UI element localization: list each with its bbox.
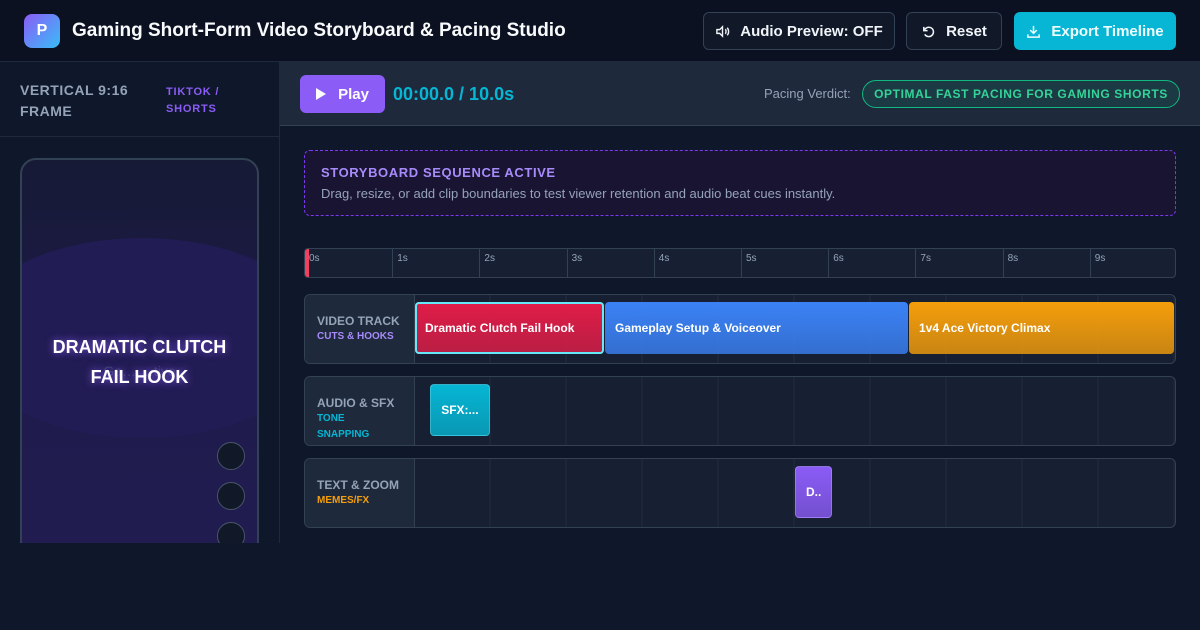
ruler-tick: 3s	[566, 249, 582, 277]
timeline-clip[interactable]: Gameplay Setup & Voiceover	[605, 302, 908, 354]
pacing-verdict-badge: OPTIMAL FAST PACING FOR GAMING SHORTS	[862, 80, 1180, 108]
banner-title: STORYBOARD SEQUENCE ACTIVE	[321, 165, 556, 180]
pacing-verdict-label: Pacing Verdict:	[764, 86, 851, 101]
time-ruler[interactable]: 0s 1s 2s 3s 4s 5s 6s 7s 8s 9s	[304, 248, 1176, 278]
play-icon	[316, 88, 327, 100]
like-icon[interactable]	[217, 442, 245, 470]
reset-label: Reset	[946, 22, 987, 40]
track-subtitle: MEMES/FX	[317, 495, 370, 506]
timeline-clip[interactable]: 1v4 Ace Victory Climax	[909, 302, 1174, 354]
preview-caption: DRAMATIC CLUTCH FAIL HOOK	[52, 337, 227, 387]
play-label: Play	[338, 85, 369, 103]
track-lane[interactable]: Dramatic Clutch Fail Hook Gameplay Setup …	[415, 295, 1175, 363]
audio-sfx-track: AUDIO & SFX TONE SNAPPING SFX:...	[304, 376, 1176, 446]
ruler-tick: 9s	[1089, 249, 1105, 277]
reset-button[interactable]: Reset	[906, 12, 1002, 50]
export-label: Export Timeline	[1051, 22, 1164, 40]
preview-panel-header: VERTICAL 9:16 FRAME TIKTOK / SHORTS	[0, 62, 279, 137]
frame-format-label: VERTICAL 9:16 FRAME	[20, 82, 129, 119]
storyboard-banner: STORYBOARD SEQUENCE ACTIVE Drag, resize,…	[304, 150, 1176, 216]
ruler-tick: 5s	[741, 249, 757, 277]
ruler-tick: 7s	[915, 249, 931, 277]
reset-icon	[923, 26, 935, 37]
track-title: AUDIO & SFX	[317, 396, 395, 410]
app-title: Gaming Short-Form Video Storyboard & Pac…	[72, 20, 566, 41]
ruler-tick: 8s	[1002, 249, 1018, 277]
text-zoom-track: TEXT & ZOOM MEMES/FX D..	[304, 458, 1176, 528]
track-label: TEXT & ZOOM MEMES/FX	[305, 459, 415, 527]
track-subtitle: TONE SNAPPING	[317, 413, 370, 440]
track-lane[interactable]: D..	[415, 459, 1175, 527]
speaker-icon	[716, 24, 730, 38]
timecode-readout: 00:00.0 / 10.0s	[393, 84, 515, 104]
timeline-clip[interactable]: D..	[795, 466, 832, 518]
empty-footer-area	[0, 543, 1200, 630]
timeline-area: STORYBOARD SEQUENCE ACTIVE Drag, resize,…	[280, 126, 1200, 543]
platform-label: TIKTOK / SHORTS	[166, 86, 220, 115]
track-label: VIDEO TRACK CUTS & HOOKS	[305, 295, 415, 363]
track-title: VIDEO TRACK	[317, 314, 400, 328]
app-header: P Gaming Short-Form Video Storyboard & P…	[0, 0, 1200, 62]
track-title: TEXT & ZOOM	[317, 478, 399, 492]
ruler-tick: 4s	[653, 249, 669, 277]
playhead[interactable]	[305, 249, 309, 277]
timeline-clip[interactable]: Dramatic Clutch Fail Hook	[415, 302, 604, 354]
play-button[interactable]: Play	[300, 75, 385, 113]
export-timeline-button[interactable]: Export Timeline	[1014, 12, 1176, 50]
download-icon	[1027, 25, 1041, 38]
track-label: AUDIO & SFX TONE SNAPPING	[305, 377, 415, 445]
video-track: VIDEO TRACK CUTS & HOOKS Dramatic Clutch F…	[304, 294, 1176, 364]
audio-preview-button[interactable]: Audio Preview: OFF	[703, 12, 895, 50]
studio-app: P Gaming Short-Form Video Storyboard & P…	[0, 0, 1200, 543]
share-icon[interactable]	[217, 522, 245, 543]
ruler-tick: 1s	[392, 249, 408, 277]
ruler-tick: 6s	[828, 249, 844, 277]
transport-bar: Play 00:00.0 / 10.0s Pacing Verdict: OPT…	[280, 62, 1200, 126]
vertical-preview-frame: Ga… …tive DRAMATIC CLUTCH FAIL HOOK	[20, 158, 259, 543]
banner-subtitle: Drag, resize, or add clip boundaries to …	[321, 186, 836, 201]
app-logo: P	[24, 14, 60, 48]
track-lane[interactable]: SFX:...	[415, 377, 1175, 445]
preview-panel: VERTICAL 9:16 FRAME TIKTOK / SHORTS Ga… …	[0, 62, 280, 543]
timeline-clip[interactable]: SFX:...	[430, 384, 490, 436]
track-subtitle: CUTS & HOOKS	[317, 331, 394, 342]
comment-icon[interactable]	[217, 482, 245, 510]
audio-preview-label: Audio Preview: OFF	[740, 22, 883, 40]
ruler-tick: 2s	[479, 249, 495, 277]
